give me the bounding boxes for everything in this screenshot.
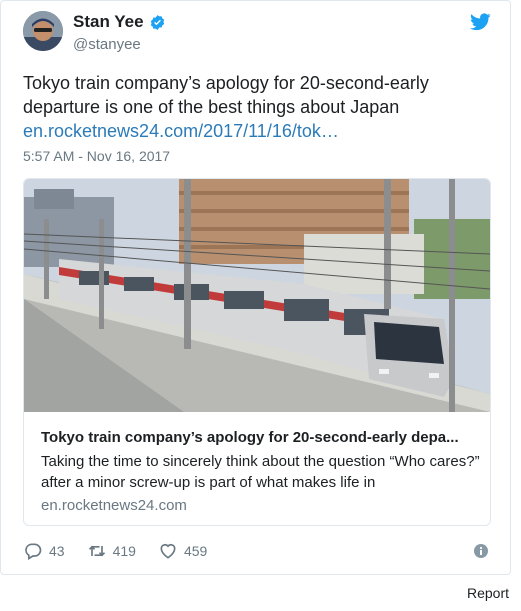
- author-handle[interactable]: @stanyee: [73, 36, 141, 53]
- card-title[interactable]: Tokyo train company’s apology for 20-sec…: [41, 429, 481, 446]
- retweet-action[interactable]: 419: [87, 541, 136, 561]
- author-name-row[interactable]: Stan Yee: [73, 12, 166, 32]
- info-icon[interactable]: [474, 544, 488, 558]
- twitter-bird-icon[interactable]: [470, 12, 491, 32]
- tweet-timestamp[interactable]: 5:57 AM - Nov 16, 2017: [23, 148, 170, 164]
- like-action[interactable]: 459: [158, 541, 207, 561]
- tweet-text: Tokyo train company’s apology for 20-sec…: [23, 71, 493, 143]
- tweet-link[interactable]: en.rocketnews24.com/2017/11/16/tok…: [23, 119, 493, 143]
- action-bar: 43 419 459: [23, 541, 229, 561]
- reply-count: 43: [49, 543, 65, 559]
- retweet-icon: [88, 545, 105, 557]
- heart-icon: [160, 543, 176, 559]
- avatar[interactable]: [23, 11, 63, 51]
- like-count: 459: [183, 543, 208, 559]
- reply-action[interactable]: 43: [23, 541, 65, 561]
- tweet-body: Tokyo train company’s apology for 20-sec…: [23, 73, 429, 117]
- retweet-count: 419: [112, 543, 136, 559]
- card-description: Taking the time to sincerely think about…: [41, 453, 480, 491]
- card-domain: en.rocketnews24.com: [41, 497, 187, 514]
- report-link[interactable]: Report: [467, 585, 509, 601]
- reply-icon: [25, 543, 42, 560]
- display-name[interactable]: Stan Yee: [73, 12, 144, 32]
- verified-badge-icon: [150, 14, 164, 30]
- train-photo[interactable]: [24, 179, 490, 412]
- embedded-tweet: Stan Yee @stanyee Tokyo train company’s …: [0, 0, 511, 575]
- link-card[interactable]: Tokyo train company’s apology for 20-sec…: [23, 178, 491, 526]
